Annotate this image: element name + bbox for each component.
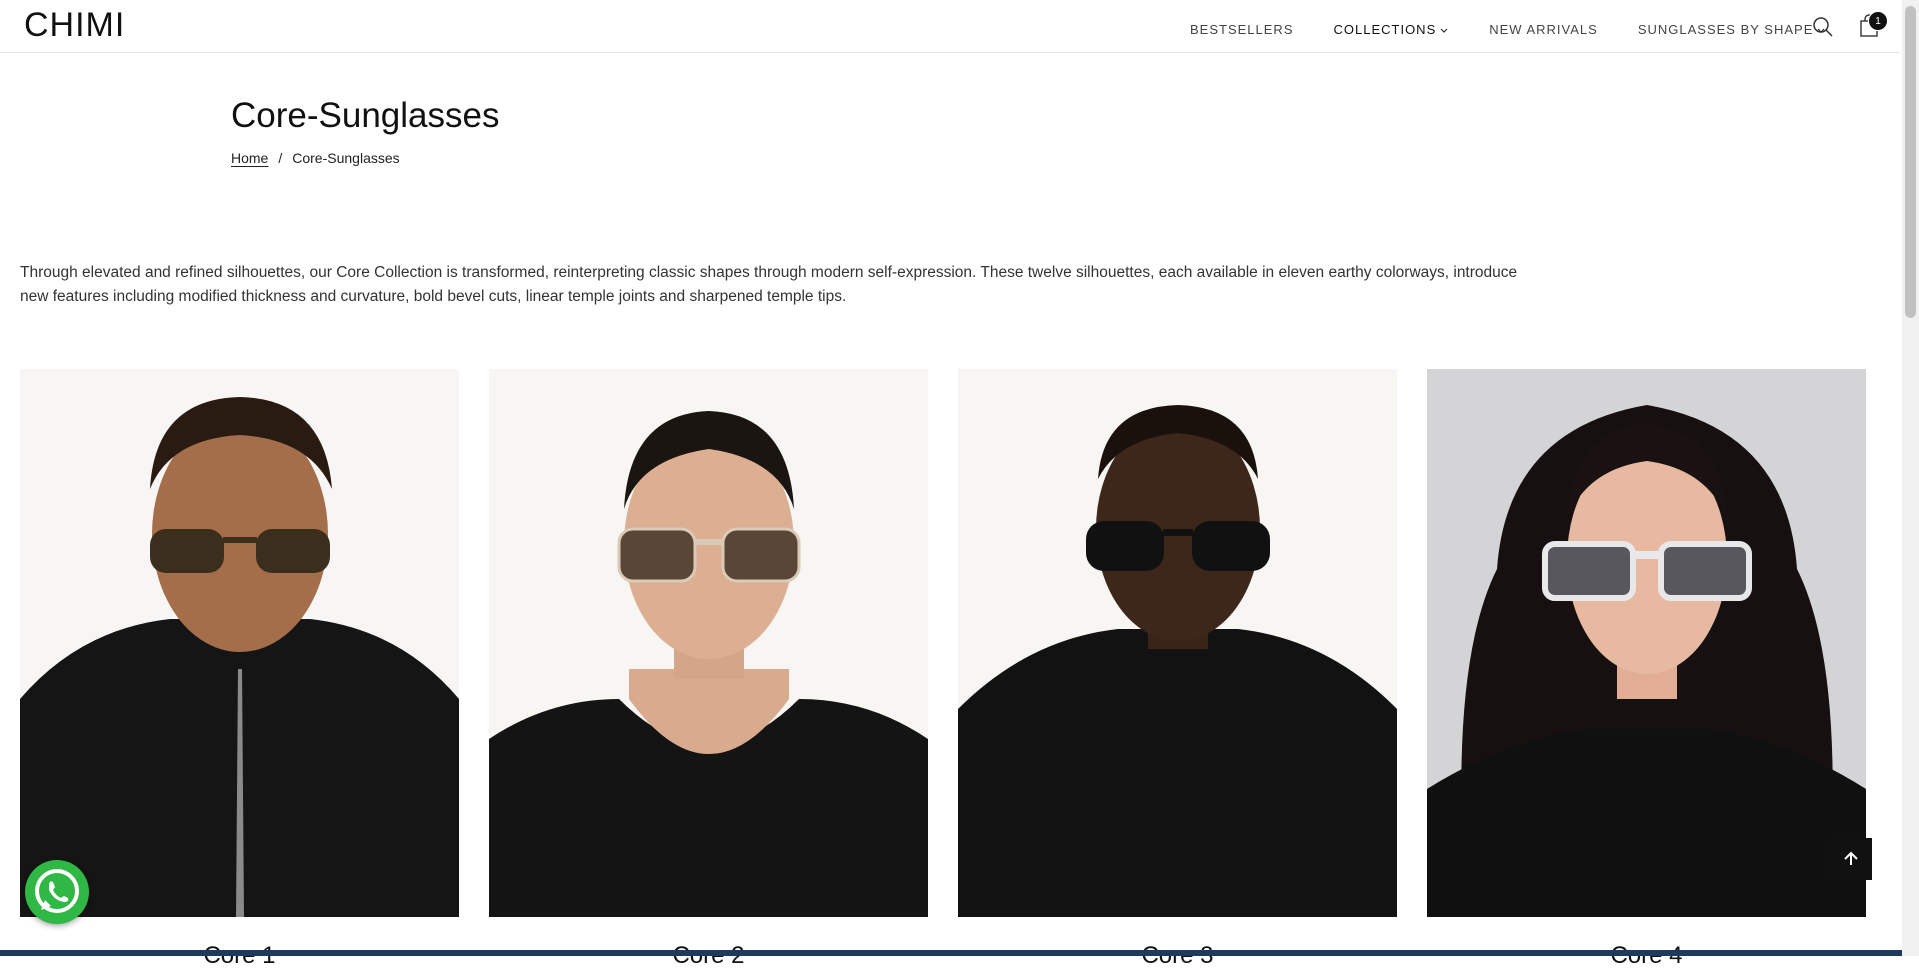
product-image[interactable]	[958, 369, 1397, 917]
breadcrumb-current: Core-Sunglasses	[292, 150, 400, 166]
nav-item-label: SUNGLASSES BY SHAPE	[1637, 22, 1814, 37]
nav-item-label: NEW ARRIVALS	[1489, 22, 1598, 37]
nav-item-new-arrivals[interactable]: NEW ARRIVALS	[1489, 22, 1598, 37]
whatsapp-icon[interactable]	[25, 860, 89, 924]
breadcrumb-home-link[interactable]: Home	[231, 150, 268, 166]
nav-item-bestsellers[interactable]: BESTSELLERS	[1190, 22, 1294, 37]
page-title: Core-Sunglasses	[231, 96, 500, 135]
nav-item-collections[interactable]: COLLECTIONS	[1334, 22, 1450, 37]
product-image[interactable]	[489, 369, 928, 917]
cart-count-badge[interactable]: 1	[1868, 11, 1888, 31]
brand-logo[interactable]: CHIMI	[24, 6, 125, 45]
bottom-accent-bar	[0, 950, 1902, 956]
nav-item-label: COLLECTIONS	[1333, 22, 1437, 37]
product-image[interactable]	[1427, 369, 1866, 917]
search-icon[interactable]	[1812, 16, 1834, 38]
product-card[interactable]: Core 2	[489, 369, 928, 970]
nav-item-sunglasses-by-shape[interactable]: SUNGLASSES BY SHAPE	[1638, 22, 1827, 37]
site-header: CHIMI BESTSELLERS COLLECTIONS NEW ARRIVA…	[0, 0, 1900, 53]
breadcrumb-separator: /	[278, 150, 283, 166]
product-name[interactable]: Core 2	[489, 942, 928, 970]
product-image[interactable]	[20, 369, 459, 917]
back-to-top-button[interactable]	[1830, 838, 1872, 880]
product-card[interactable]: Core 3	[958, 369, 1397, 970]
product-name[interactable]: Core 1	[20, 942, 459, 970]
product-grid: Core 1 Core 2 Core 3	[20, 369, 1866, 970]
nav-item-label: BESTSELLERS	[1190, 22, 1294, 37]
main-nav: BESTSELLERS COLLECTIONS NEW ARRIVALS SUN…	[1190, 22, 1866, 37]
breadcrumb: Home / Core-Sunglasses	[231, 150, 400, 166]
product-name[interactable]: Core 4	[1427, 942, 1866, 970]
product-name[interactable]: Core 3	[958, 942, 1397, 970]
whatsapp-glyph-icon	[35, 869, 79, 913]
scrollbar-thumb[interactable]	[1905, 6, 1916, 318]
arrow-up-icon	[1844, 851, 1858, 865]
product-card[interactable]: Core 4	[1427, 369, 1866, 970]
collection-description: Through elevated and refined silhouettes…	[20, 264, 1518, 305]
chevron-down-icon	[1440, 28, 1448, 33]
